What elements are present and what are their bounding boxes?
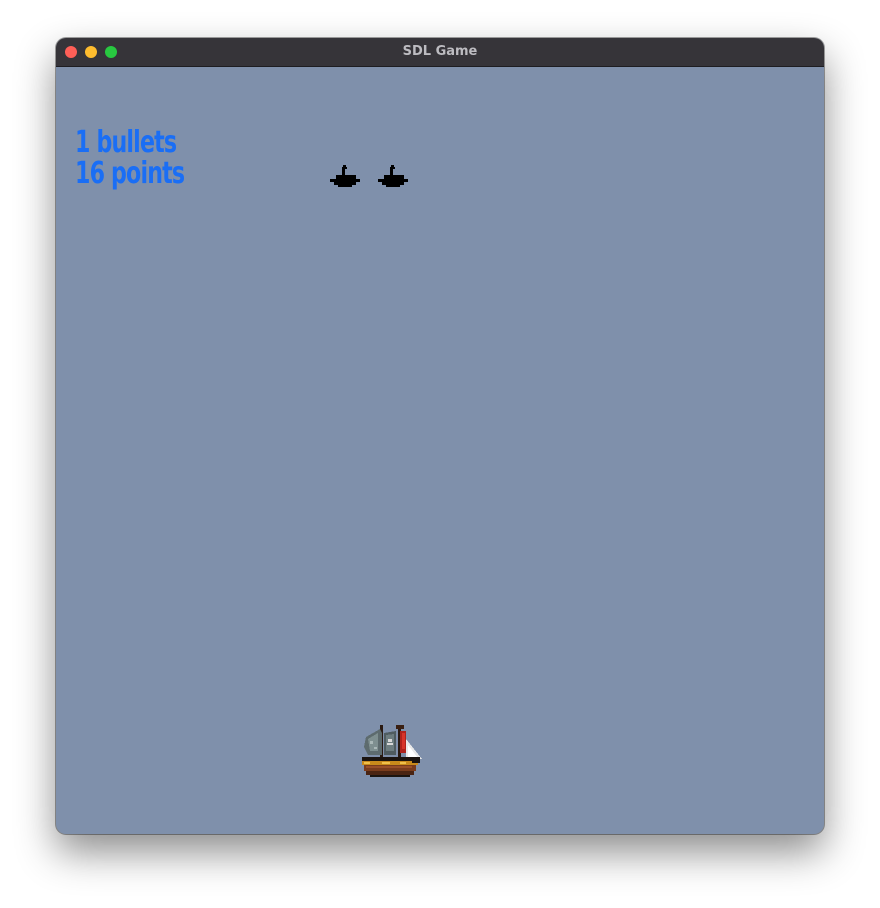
points-counter: 16 points — [75, 156, 185, 191]
enemy-cannon-icon — [330, 165, 360, 187]
bullets-counter: 1 bullets — [75, 125, 177, 160]
enemy-cannon-icon — [378, 165, 408, 187]
game-canvas[interactable]: 1 bullets 16 points — [56, 67, 824, 834]
window-title: SDL Game — [402, 44, 478, 59]
game-window: SDL Game 1 bullets 16 points — [56, 38, 824, 834]
player-pirate-ship-icon — [362, 725, 422, 777]
hud: 1 bullets 16 points — [75, 125, 185, 191]
title-bar[interactable]: SDL Game — [56, 38, 824, 67]
